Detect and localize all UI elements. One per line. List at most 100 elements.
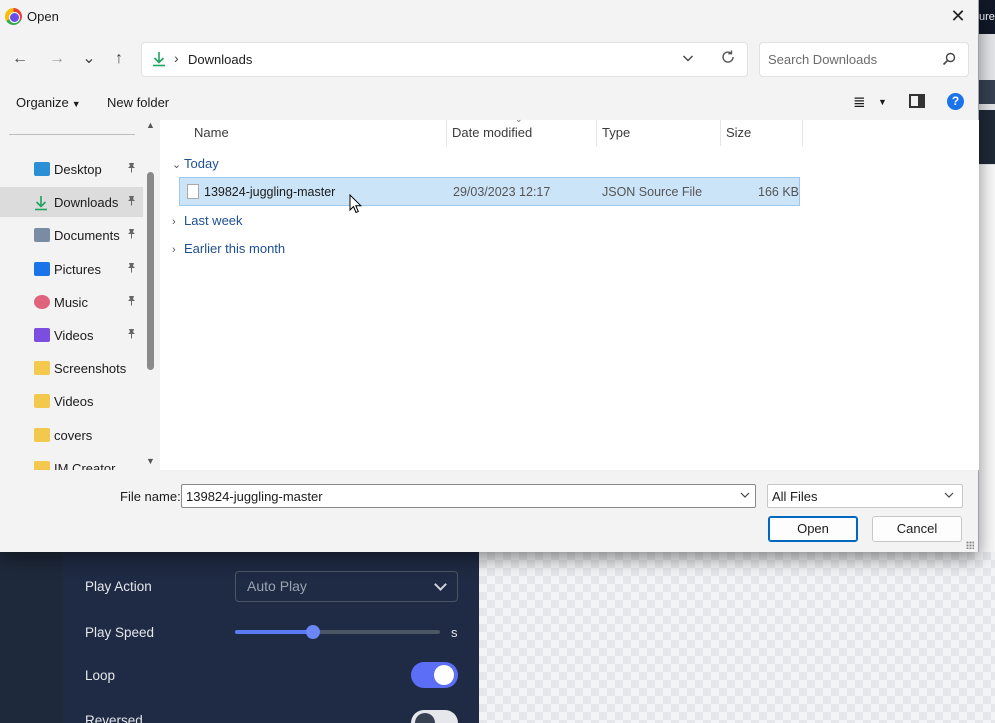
search-icon[interactable] bbox=[942, 52, 956, 66]
play-action-select[interactable]: Auto Play bbox=[235, 571, 458, 602]
sidebar-item[interactable]: Pictures bbox=[0, 254, 143, 284]
file-icon bbox=[187, 184, 199, 199]
chevron-down-icon[interactable] bbox=[682, 51, 694, 67]
reversed-toggle[interactable] bbox=[411, 710, 458, 723]
folder-icon bbox=[34, 460, 50, 470]
sidebar-item-label: Music bbox=[54, 294, 88, 310]
sidebar-item-label: Videos bbox=[54, 328, 94, 343]
recent-locations-icon[interactable]: ⌄ bbox=[77, 47, 101, 71]
reversed-label: Reversed bbox=[85, 713, 143, 723]
sidebar-item-label: Videos bbox=[54, 394, 94, 410]
close-icon[interactable]: ✕ bbox=[948, 6, 968, 26]
search-input[interactable] bbox=[760, 43, 935, 76]
refresh-icon[interactable] bbox=[720, 49, 736, 70]
breadcrumb-downloads[interactable]: Downloads bbox=[188, 52, 252, 67]
pin-icon bbox=[127, 195, 136, 209]
preview-pane-icon[interactable] bbox=[909, 94, 925, 108]
command-bar: Organize ▼ New folder ≣ ▼ ? bbox=[0, 84, 978, 120]
play-speed-slider[interactable] bbox=[235, 625, 440, 639]
sidebar-item[interactable]: IM Creator bbox=[0, 453, 143, 470]
loop-toggle[interactable] bbox=[411, 662, 458, 688]
download-icon bbox=[152, 51, 166, 67]
chevron-down-icon: ⌄ bbox=[172, 159, 182, 171]
open-button[interactable]: Open bbox=[768, 516, 858, 542]
chevron-right-icon: › bbox=[172, 244, 176, 256]
bg-preview-canvas bbox=[479, 552, 995, 723]
file-type: JSON Source File bbox=[602, 185, 703, 199]
caret-down-icon[interactable]: ▼ bbox=[878, 97, 887, 107]
breadcrumb-separator: › bbox=[174, 50, 179, 66]
column-header-type[interactable]: Type bbox=[602, 120, 630, 146]
column-header-name[interactable]: Name bbox=[194, 120, 229, 146]
group-today[interactable]: ⌄ Today bbox=[172, 156, 219, 171]
play-action-value: Auto Play bbox=[247, 578, 307, 594]
back-arrow-icon[interactable]: ← bbox=[8, 47, 32, 71]
chevron-down-icon bbox=[434, 578, 447, 591]
sidebar-item[interactable]: Screenshots bbox=[0, 353, 143, 383]
sidebar-item-label: Downloads bbox=[54, 195, 119, 211]
bg-top-right-text: ure bbox=[979, 0, 995, 34]
chevron-right-icon: › bbox=[172, 216, 176, 228]
scroll-up-icon[interactable]: ▲ bbox=[146, 120, 155, 130]
folder-icon bbox=[34, 361, 50, 376]
open-file-dialog: Open ✕ ← → ⌄ ↑ › Downloads Organize▼ New bbox=[0, 0, 979, 552]
file-name: 139824-juggling-master bbox=[204, 185, 336, 199]
chevron-down-icon[interactable] bbox=[740, 490, 750, 503]
column-header-date[interactable]: Date modified bbox=[452, 120, 532, 146]
group-earlier-this-month[interactable]: › Earlier this month bbox=[172, 241, 285, 256]
sidebar-item[interactable]: Downloads bbox=[0, 187, 143, 218]
dialog-title: Open bbox=[27, 9, 59, 24]
sidebar-item[interactable]: Videos bbox=[0, 386, 143, 416]
pin-icon bbox=[127, 162, 136, 176]
column-header-size[interactable]: Size bbox=[726, 120, 751, 146]
search-box[interactable] bbox=[759, 42, 969, 77]
download-icon bbox=[34, 195, 50, 211]
sidebar-item-label: Desktop bbox=[54, 162, 102, 177]
play-speed-unit: s bbox=[451, 625, 458, 640]
play-action-label: Play Action bbox=[85, 579, 152, 594]
sidebar-item[interactable]: Music bbox=[0, 287, 143, 317]
loop-label: Loop bbox=[85, 668, 116, 683]
bg-right-edge: ure bbox=[979, 0, 995, 552]
file-size: 166 KB bbox=[758, 185, 800, 199]
play-speed-label: Play Speed bbox=[85, 625, 155, 640]
music-icon bbox=[34, 294, 50, 309]
up-arrow-icon[interactable]: ↑ bbox=[107, 47, 131, 71]
help-icon[interactable]: ? bbox=[947, 93, 964, 110]
nav-pane-scrollbar[interactable]: ▲ ▼ bbox=[145, 120, 157, 470]
caret-down-icon: ▼ bbox=[71, 99, 81, 109]
sidebar-item[interactable]: Documents bbox=[0, 220, 143, 250]
sidebar-item-label: IM Creator bbox=[54, 460, 116, 470]
navigation-pane: Desktop Downloads Documents Pictures Music Vi… bbox=[0, 120, 160, 470]
group-last-week[interactable]: › Last week bbox=[172, 213, 243, 228]
organize-button[interactable]: Organize ▼ bbox=[16, 95, 81, 110]
sidebar-item-label: covers bbox=[54, 427, 93, 443]
videos-icon bbox=[34, 328, 50, 342]
file-type-select[interactable]: All Files bbox=[767, 484, 963, 508]
desktop-icon bbox=[34, 162, 50, 176]
resize-grip-icon[interactable] bbox=[966, 541, 974, 549]
mouse-cursor-icon bbox=[349, 194, 363, 214]
sidebar-item[interactable]: covers bbox=[0, 420, 143, 450]
app-icon bbox=[5, 8, 22, 25]
sidebar-item-label: Documents bbox=[54, 228, 120, 244]
view-options-icon[interactable]: ≣ bbox=[853, 93, 866, 111]
new-folder-button[interactable]: New folder bbox=[107, 95, 169, 110]
scroll-thumb[interactable] bbox=[147, 172, 154, 370]
sidebar-item[interactable]: Videos bbox=[0, 320, 143, 350]
address-bar[interactable]: › Downloads bbox=[141, 42, 748, 77]
folder-icon bbox=[34, 394, 50, 409]
sidebar-item[interactable]: Desktop bbox=[0, 154, 143, 184]
cancel-button[interactable]: Cancel bbox=[872, 516, 962, 542]
scroll-down-icon[interactable]: ▼ bbox=[146, 456, 155, 466]
slider-fill bbox=[235, 630, 313, 634]
file-name-input[interactable] bbox=[181, 484, 756, 508]
pin-icon bbox=[127, 262, 136, 276]
forward-arrow-icon[interactable]: → bbox=[45, 47, 69, 71]
folder-icon bbox=[34, 427, 50, 442]
slider-thumb[interactable] bbox=[305, 625, 320, 639]
pin-icon bbox=[127, 228, 136, 242]
sidebar-item-label: Screenshots bbox=[54, 361, 127, 377]
file-row[interactable]: 139824-juggling-master 29/03/2023 12:17 … bbox=[179, 177, 800, 206]
divider bbox=[9, 134, 135, 135]
